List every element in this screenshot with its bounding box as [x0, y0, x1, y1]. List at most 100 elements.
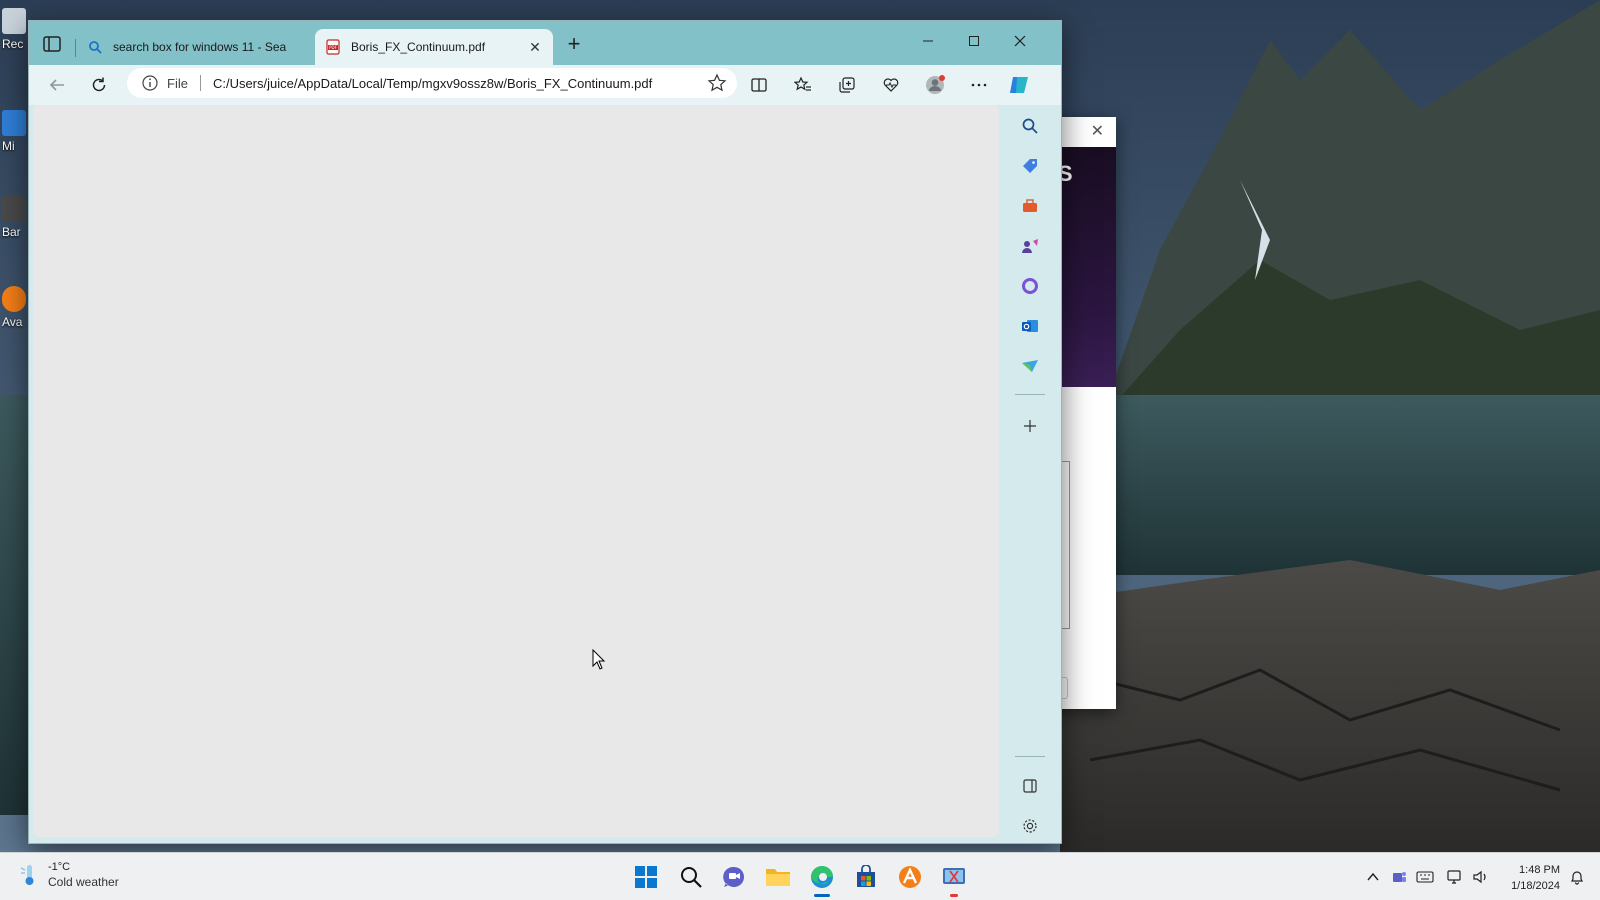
recycle-bin-icon — [2, 8, 26, 34]
keyboard-icon — [1416, 871, 1434, 883]
sidebar-m365-button[interactable] — [1019, 275, 1041, 297]
minimize-icon — [923, 40, 933, 42]
tools-icon — [1023, 199, 1037, 212]
hide-sidebar-icon — [1023, 779, 1037, 793]
volume-tray-button[interactable] — [1472, 868, 1490, 886]
profile-button[interactable] — [923, 73, 947, 97]
browser-essentials-button[interactable] — [879, 73, 903, 97]
sidebar-divider — [1015, 756, 1045, 757]
teams-chat-icon — [723, 866, 744, 887]
url-text[interactable]: C:/Users/juice/AppData/Local/Temp/mgxv9o… — [213, 76, 707, 91]
new-tab-button[interactable]: + — [563, 33, 585, 55]
sidebar-search-button[interactable] — [1019, 115, 1041, 137]
network-tray-button[interactable] — [1446, 868, 1464, 886]
clock-date: 1/18/2024 — [1511, 880, 1560, 892]
heart-pulse-icon — [883, 78, 899, 92]
collections-button[interactable] — [835, 73, 859, 97]
tab-search[interactable]: search box for windows 11 - Sea ✕ — [75, 29, 341, 65]
favorites-button[interactable] — [791, 73, 815, 97]
taskbar-search-button[interactable] — [677, 863, 705, 891]
sidebar-hide-button[interactable] — [1019, 775, 1041, 797]
desktop-icon-label: Ava — [2, 315, 23, 329]
edge-shortcut-icon — [2, 110, 26, 136]
notifications-button[interactable] — [1568, 868, 1586, 886]
split-screen-button[interactable] — [747, 73, 771, 97]
dialog-close-icon[interactable]: ✕ — [1091, 121, 1104, 141]
address-bar[interactable]: File C:/Users/juice/AppData/Local/Temp/m… — [127, 68, 737, 98]
thermometer-icon — [20, 865, 34, 885]
taskbar: -1°C Cold weather 1:48 PM 1/18/2024 — [0, 852, 1600, 900]
sidebar-shopping-button[interactable] — [1019, 155, 1041, 177]
close-window-button[interactable] — [997, 25, 1043, 57]
snipping-running-indicator — [950, 894, 958, 897]
weather-widget[interactable]: -1°C Cold weather — [18, 861, 119, 889]
refresh-icon — [92, 77, 106, 92]
file-explorer-icon — [766, 869, 790, 886]
taskbar-explorer-button[interactable] — [764, 863, 792, 891]
maximize-icon — [969, 36, 979, 46]
games-icon — [1022, 239, 1038, 253]
store-icon — [857, 865, 875, 887]
more-dots-icon — [971, 83, 987, 87]
taskbar-avast-button[interactable] — [896, 863, 924, 891]
keyboard-tray-button[interactable] — [1416, 868, 1434, 886]
minimize-button[interactable] — [905, 25, 951, 57]
tab-close-icon[interactable]: ✕ — [527, 39, 543, 56]
sidebar-tools-button[interactable] — [1019, 195, 1041, 217]
desktop-icon-avast[interactable]: Ava — [2, 286, 30, 329]
maximize-button[interactable] — [951, 25, 997, 57]
desktop-icon-bar[interactable]: Bar — [2, 196, 30, 239]
outlook-icon — [1022, 320, 1038, 332]
sidebar-settings-button[interactable] — [1019, 815, 1041, 837]
sidebar-drop-button[interactable] — [1019, 355, 1041, 377]
tab-pdf[interactable]: PDF Boris_FX_Continuum.pdf ✕ — [315, 29, 553, 65]
edge-sidebar — [1001, 105, 1061, 843]
pdf-viewer-content[interactable] — [33, 105, 999, 837]
system-clock[interactable]: 1:48 PM 1/18/2024 — [1496, 862, 1560, 894]
show-hidden-icons-button[interactable] — [1364, 868, 1382, 886]
desktop-icon-label: Rec — [2, 37, 24, 51]
taskbar-snipping-button[interactable] — [940, 863, 968, 891]
taskbar-store-button[interactable] — [852, 863, 880, 891]
copilot-button[interactable] — [1007, 73, 1031, 97]
profile-avatar-icon — [926, 75, 945, 94]
desktop-icon-recycle-bin[interactable]: Rec — [2, 8, 30, 51]
search-icon — [89, 41, 102, 54]
gear-icon — [1023, 819, 1037, 833]
desktop-icon-label: Bar — [2, 225, 21, 239]
sidebar-games-button[interactable] — [1019, 235, 1041, 257]
back-arrow-icon — [49, 79, 64, 91]
network-monitor-icon — [1447, 870, 1461, 884]
start-icon — [635, 866, 657, 888]
desktop-icon-edge[interactable]: Mi — [2, 110, 30, 153]
sidebar-outlook-button[interactable] — [1019, 315, 1041, 337]
shopping-tag-icon — [1023, 159, 1037, 173]
back-button[interactable] — [45, 73, 69, 97]
taskbar-chat-button[interactable] — [720, 863, 748, 891]
settings-more-button[interactable] — [967, 73, 991, 97]
weather-condition: Cold weather — [48, 875, 119, 889]
tab-title: search box for windows 11 - Sea — [113, 40, 287, 54]
sidebar-add-button[interactable] — [1019, 415, 1041, 437]
teams-tray-button[interactable] — [1390, 868, 1408, 886]
tab-actions-menu[interactable] — [41, 33, 63, 55]
refresh-button[interactable] — [87, 73, 111, 97]
bell-icon — [1571, 871, 1583, 885]
search-icon — [1022, 118, 1038, 134]
pdf-icon: PDF — [326, 39, 340, 55]
search-icon — [681, 867, 702, 888]
address-divider — [199, 75, 201, 91]
file-scheme-label: File — [167, 75, 188, 91]
start-button[interactable] — [632, 863, 660, 891]
split-screen-icon — [751, 78, 767, 92]
chevron-up-icon — [1367, 872, 1379, 881]
snipping-tool-icon — [943, 868, 965, 884]
favorite-star-icon[interactable] — [707, 73, 727, 93]
copilot-icon — [1010, 77, 1028, 93]
tab-actions-icon — [43, 36, 61, 52]
edge-browser-window: search box for windows 11 - Sea ✕ PDF Bo… — [28, 20, 1062, 844]
taskbar-edge-button[interactable] — [808, 863, 836, 891]
drop-icon — [1022, 360, 1038, 372]
info-icon[interactable] — [141, 74, 159, 92]
desktop-icon-label: Mi — [2, 139, 15, 153]
